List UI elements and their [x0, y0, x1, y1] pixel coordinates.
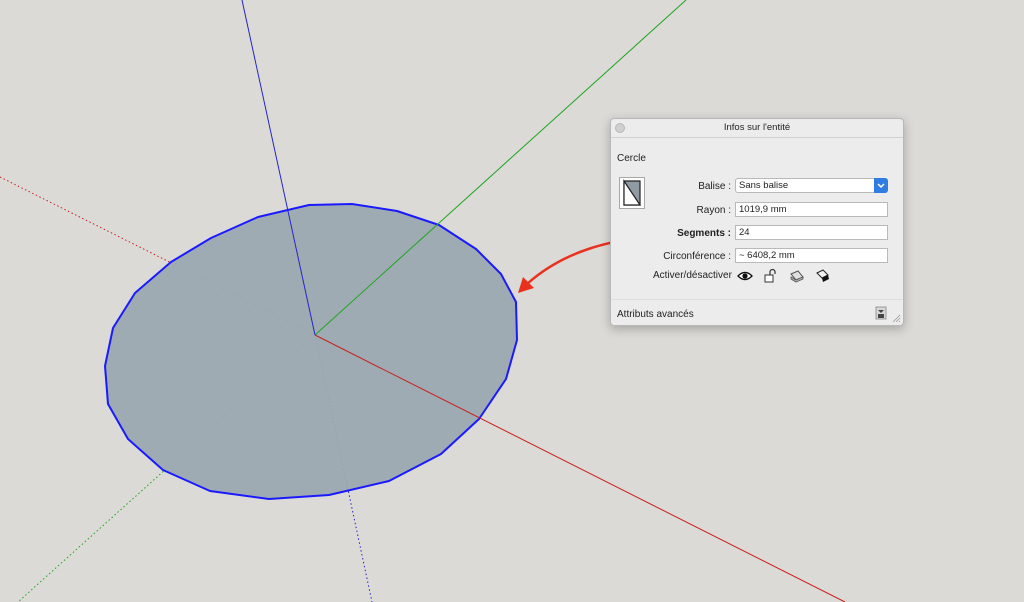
tag-label: Balise :: [698, 181, 731, 192]
circumference-field: ~ 6408,2 mm: [735, 248, 888, 263]
panel-titlebar[interactable]: Infos sur l'entité: [611, 119, 903, 137]
segments-field[interactable]: 24: [735, 225, 888, 240]
advanced-attributes-label: Attributs avancés: [617, 309, 694, 320]
circumference-label: Circonférence :: [663, 251, 731, 262]
circle-face[interactable]: [104, 203, 518, 500]
tag-select-value: Sans balise: [739, 180, 789, 191]
entity-info-panel: Infos sur l'entité Cercle Balise : Sans …: [610, 118, 904, 326]
entity-preview-icon: [619, 177, 645, 209]
close-button[interactable]: [615, 123, 625, 133]
chevron-down-icon[interactable]: [874, 178, 888, 193]
lock-icon[interactable]: [763, 268, 779, 284]
resize-grip-icon[interactable]: [892, 314, 901, 323]
eye-icon[interactable]: [737, 268, 753, 284]
receive-shadows-icon[interactable]: [789, 268, 805, 284]
title-divider: [611, 137, 903, 138]
panel-title: Infos sur l'entité: [723, 122, 791, 133]
radius-field[interactable]: 1019,9 mm: [735, 202, 888, 217]
entity-type-label: Cercle: [617, 153, 646, 164]
expand-icon[interactable]: [875, 306, 887, 320]
cast-shadows-icon[interactable]: [815, 268, 831, 284]
toggle-label: Activer/désactiver: [653, 270, 732, 281]
radius-label: Rayon :: [696, 205, 731, 216]
advanced-divider: [611, 299, 903, 300]
segments-label: Segments :: [677, 228, 731, 239]
tag-select[interactable]: Sans balise: [735, 178, 888, 193]
